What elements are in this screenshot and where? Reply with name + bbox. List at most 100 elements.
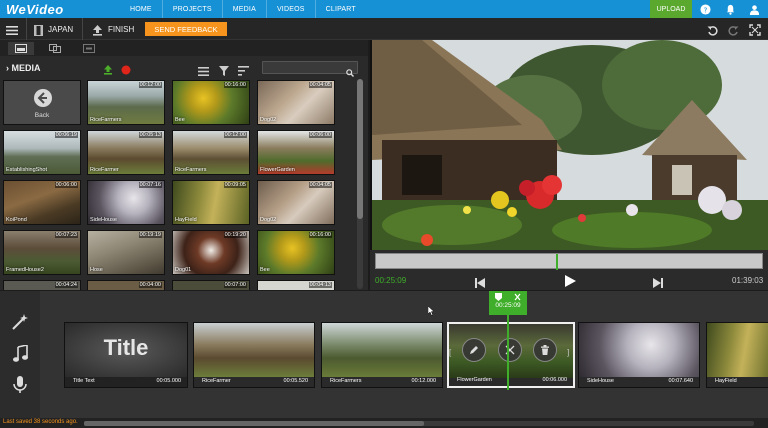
clip-name: HayField [715, 378, 737, 384]
nav-videos[interactable]: VIDEOS [267, 0, 315, 18]
media-thumb[interactable]: 00:05:13 RiceFarmer [87, 130, 165, 175]
play-icon[interactable] [565, 274, 576, 292]
duration-label: 00:04:05 [308, 82, 332, 88]
finish-button[interactable]: FINISH [108, 25, 134, 34]
playback-controls: 00:25:09 01:39:03 [370, 250, 768, 290]
media-scrollbar[interactable] [357, 79, 363, 289]
nav-projects[interactable]: PROJECTS [163, 0, 222, 18]
undo-icon[interactable] [707, 23, 718, 41]
split-icon[interactable] [514, 293, 521, 301]
clip-name: HayField [175, 217, 197, 223]
media-thumb[interactable]: 00:06:00 FlowerGarden [257, 130, 335, 175]
back-label: Back [34, 112, 50, 119]
tab-media[interactable] [8, 42, 34, 55]
upload-button[interactable]: UPLOAD [650, 0, 692, 18]
last-saved-status: Last saved 38 seconds ago. [3, 419, 78, 425]
nav-home[interactable]: HOME [120, 0, 162, 18]
timeline-clip-title[interactable]: Title Title Text 00:05.000 [64, 322, 188, 388]
divider [82, 18, 83, 40]
clip-duration: 00:12.000 [411, 378, 436, 384]
media-thumb[interactable]: 00:04:00 [87, 280, 165, 290]
delete-clip-button[interactable] [533, 338, 557, 362]
video-preview-panel: 00:25:09 01:39:03 [370, 40, 768, 290]
hamburger-menu-icon[interactable] [6, 23, 18, 41]
media-thumb[interactable]: 00:16:00 Bee [257, 230, 335, 275]
music-note-icon[interactable] [10, 344, 30, 364]
duration-label: 00:12:00 [223, 132, 247, 138]
scrub-position[interactable] [556, 254, 558, 270]
magic-wand-icon[interactable] [10, 312, 30, 332]
redo-icon[interactable] [728, 23, 739, 41]
playhead-marker[interactable]: 00:25:09 [489, 291, 527, 315]
wevideo-logo[interactable]: WeVideo [6, 2, 106, 17]
record-icon[interactable] [121, 62, 131, 80]
send-feedback-button[interactable]: SEND FEEDBACK [145, 22, 227, 36]
trim-right-handle-icon[interactable]: ] [567, 348, 569, 357]
clip-duration: 00:05.520 [283, 378, 308, 384]
media-thumb[interactable]: 00:16:00 Bee [172, 80, 250, 125]
media-thumb[interactable]: 00:19:20 Dog01 [172, 230, 250, 275]
scrub-bar[interactable] [375, 253, 763, 270]
media-thumb[interactable]: 00:12:00 RiceFarmers [172, 130, 250, 175]
scrollbar-handle[interactable] [84, 421, 424, 426]
scrollbar-handle[interactable] [357, 79, 363, 219]
clip-duration: 00:06.000 [542, 377, 567, 383]
timeline-clip[interactable]: RiceFarmer 00:05.520 [193, 322, 315, 388]
timeline-scrollbar[interactable] [84, 421, 754, 426]
project-title[interactable]: JAPAN [48, 25, 73, 34]
notification-bell-icon[interactable] [724, 3, 736, 15]
media-thumb[interactable]: 00:06:19 EstablishingShot [3, 130, 81, 175]
media-thumb[interactable]: 00:04:05 Dog02 [257, 80, 335, 125]
media-thumb[interactable]: 00:04:13 [257, 280, 335, 290]
media-thumb[interactable]: 00:07:16 SideHouse [87, 180, 165, 225]
tab-text[interactable] [76, 42, 102, 55]
media-panel: › MEDIA Back 00:12:00 RiceFarmers 00:16:… [0, 40, 368, 290]
duration-label: 00:16:00 [223, 82, 247, 88]
nav-clipart[interactable]: CLIPART [316, 0, 366, 18]
microphone-icon[interactable] [10, 375, 30, 395]
tab-transitions[interactable] [42, 42, 68, 55]
clip-thumbnail [579, 323, 699, 377]
clip-name: SideHouse [90, 217, 117, 223]
divider [26, 18, 27, 40]
playhead-line[interactable] [507, 315, 509, 390]
media-thumb[interactable]: 00:04:24 [3, 280, 81, 290]
duration-label: 00:07:00 [223, 282, 247, 288]
duration-label: 00:06:19 [54, 132, 78, 138]
media-thumb[interactable]: 00:06:00 KoiPond [3, 180, 81, 225]
media-thumb[interactable]: 00:09:05 HayField [172, 180, 250, 225]
clip-thumbnail [322, 323, 442, 377]
timeline-clip[interactable]: SideHouse 00:07.640 [578, 322, 700, 388]
edit-pencil-button[interactable] [462, 338, 486, 362]
user-account-icon[interactable] [748, 3, 760, 15]
back-arrow-icon [34, 89, 52, 107]
duration-label: 00:06:00 [308, 132, 332, 138]
media-thumb[interactable]: 00:07:00 [172, 280, 250, 290]
media-thumb[interactable]: 00:12:00 RiceFarmers [87, 80, 165, 125]
marker-icon[interactable] [495, 293, 502, 301]
trash-icon [541, 345, 549, 355]
clip-name: RiceFarmer [90, 167, 119, 173]
split-clip-button[interactable] [498, 338, 522, 362]
fullscreen-icon[interactable] [749, 23, 761, 41]
finish-upload-icon [92, 23, 103, 41]
timeline-clip[interactable]: RiceFarmers 00:12.000 [321, 322, 443, 388]
chevron-right-icon[interactable]: › [6, 63, 9, 73]
total-time: 01:39:03 [732, 276, 764, 285]
video-frame[interactable] [372, 40, 768, 250]
clip-name: Bee [260, 267, 270, 273]
duration-label: 00:07:23 [54, 232, 78, 238]
timeline-clip[interactable]: HayField [706, 322, 768, 388]
media-thumb[interactable]: 00:07:23 FramedHouse2 [3, 230, 81, 275]
media-search-input[interactable] [262, 61, 358, 74]
trim-left-handle-icon[interactable]: [ [449, 348, 451, 357]
media-title-text: MEDIA [11, 63, 41, 73]
clip-name: FramedHouse2 [6, 267, 44, 273]
media-thumb[interactable]: 00:19:19 Hose [87, 230, 165, 275]
duration-label: 00:09:05 [223, 182, 247, 188]
back-tile[interactable]: Back [3, 80, 81, 125]
help-icon[interactable]: ? [699, 3, 711, 15]
upload-media-icon[interactable] [103, 62, 113, 80]
media-thumb[interactable]: 00:04:05 Dog02 [257, 180, 335, 225]
nav-media[interactable]: MEDIA [223, 0, 266, 18]
